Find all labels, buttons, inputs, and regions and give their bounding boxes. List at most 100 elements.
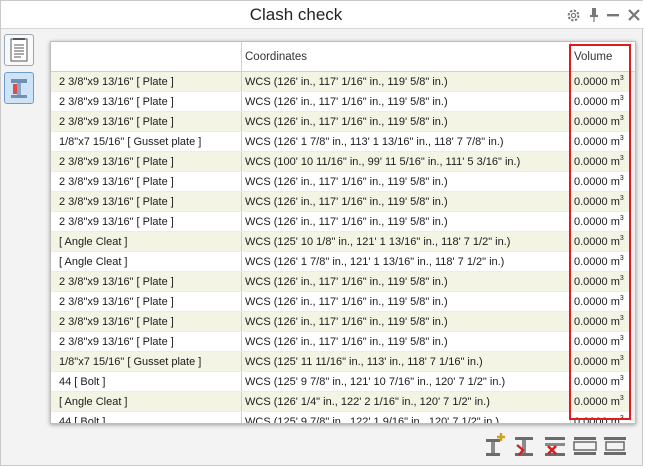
- volume-value: 0.0000 m: [574, 216, 620, 228]
- unit-exponent: 3: [619, 335, 624, 342]
- cell-coordinates: WCS (126' in., 117' 1/16" in., 119' 5/8"…: [242, 192, 571, 211]
- volume-value: 0.0000 m: [574, 336, 620, 348]
- report-icon: [10, 38, 28, 62]
- clash-check-window: Clash check Coordinates Volume 2 3/8"x9 …: [0, 0, 644, 466]
- unit-exponent: 3: [619, 175, 624, 182]
- table-row[interactable]: 2 3/8"x9 13/16" [ Plate ] WCS (126' in., …: [51, 92, 635, 112]
- cell-name: 2 3/8"x9 13/16" [ Plate ]: [51, 112, 242, 131]
- cell-coordinates: WCS (126' 1 7/8" in., 113' 1 13/16" in.,…: [242, 132, 571, 151]
- close-icon[interactable]: [625, 6, 643, 24]
- cell-coordinates: WCS (126' in., 117' 1/16" in., 119' 5/8"…: [242, 172, 571, 191]
- table-row[interactable]: [ Angle Cleat ] WCS (125' 10 1/8" in., 12…: [51, 232, 635, 252]
- cell-name: [ Angle Cleat ]: [51, 392, 242, 411]
- pin-icon[interactable]: [585, 6, 603, 24]
- cell-volume: 0.0000 m3: [571, 112, 631, 131]
- table-row[interactable]: 2 3/8"x9 13/16" [ Plate ] WCS (126' in., …: [51, 272, 635, 292]
- volume-value: 0.0000 m: [574, 356, 620, 368]
- column-header-volume[interactable]: Volume: [571, 42, 631, 71]
- unit-exponent: 3: [619, 155, 624, 162]
- table-row[interactable]: 44 [ Bolt ] WCS (125' 9 7/8" in., 121' 10…: [51, 372, 635, 392]
- cell-coordinates: WCS (126' 1 7/8" in., 121' 1 13/16" in.,…: [242, 252, 571, 271]
- unit-exponent: 3: [619, 75, 624, 82]
- table-row[interactable]: 2 3/8"x9 13/16" [ Plate ] WCS (126' in., …: [51, 192, 635, 212]
- column-header-coordinates[interactable]: Coordinates: [242, 42, 571, 71]
- delete-clash-button[interactable]: [541, 431, 569, 461]
- table-row[interactable]: 1/8"x7 15/16" [ Gusset plate ] WCS (125' …: [51, 352, 635, 372]
- minimize-icon[interactable]: [604, 6, 622, 24]
- volume-value: 0.0000 m: [574, 256, 620, 268]
- table-row[interactable]: 44 [ Bolt ] WCS (125' 9 7/8" in., 122' 1 …: [51, 412, 635, 424]
- cell-name: 2 3/8"x9 13/16" [ Plate ]: [51, 332, 242, 351]
- table-row[interactable]: 2 3/8"x9 13/16" [ Plate ] WCS (126' in., …: [51, 172, 635, 192]
- table-row[interactable]: 2 3/8"x9 13/16" [ Plate ] WCS (126' in., …: [51, 72, 635, 92]
- unit-exponent: 3: [619, 95, 624, 102]
- table-row[interactable]: 2 3/8"x9 13/16" [ Plate ] WCS (126' in., …: [51, 332, 635, 352]
- column-header-name[interactable]: [51, 42, 242, 71]
- cell-volume: 0.0000 m3: [571, 212, 631, 231]
- cell-coordinates: WCS (126' in., 117' 1/16" in., 119' 5/8"…: [242, 112, 571, 131]
- unit-exponent: 3: [619, 415, 624, 422]
- unit-exponent: 3: [619, 395, 624, 402]
- cell-volume: 0.0000 m3: [571, 312, 631, 331]
- window-title: Clash check: [249, 5, 343, 24]
- cell-coordinates: WCS (126' in., 117' 1/16" in., 119' 5/8"…: [242, 92, 571, 111]
- table-row[interactable]: 2 3/8"x9 13/16" [ Plate ] WCS (126' in., …: [51, 112, 635, 132]
- unit-exponent: 3: [619, 375, 624, 382]
- volume-value: 0.0000 m: [574, 116, 620, 128]
- volume-value: 0.0000 m: [574, 276, 620, 288]
- delete-clash-icon: [545, 437, 565, 456]
- volume-value: 0.0000 m: [574, 236, 620, 248]
- volume-value: 0.0000 m: [574, 76, 620, 88]
- title-bar: Clash check: [1, 1, 644, 29]
- volume-value: 0.0000 m: [574, 416, 620, 424]
- cell-name: 2 3/8"x9 13/16" [ Plate ]: [51, 312, 242, 331]
- cell-name: 44 [ Bolt ]: [51, 412, 242, 423]
- cell-coordinates: WCS (125' 9 7/8" in., 121' 10 7/16" in.,…: [242, 372, 571, 391]
- unit-exponent: 3: [619, 135, 624, 142]
- run-check-button[interactable]: [511, 431, 539, 461]
- cell-volume: 0.0000 m3: [571, 292, 631, 311]
- table-row[interactable]: 2 3/8"x9 13/16" [ Plate ] WCS (126' in., …: [51, 312, 635, 332]
- volume-value: 0.0000 m: [574, 96, 620, 108]
- cell-coordinates: WCS (125' 11 11/16" in., 113' in., 118' …: [242, 352, 571, 371]
- cell-coordinates: WCS (126' in., 117' 1/16" in., 119' 5/8"…: [242, 72, 571, 91]
- table-row[interactable]: [ Angle Cleat ] WCS (126' 1 7/8" in., 121…: [51, 252, 635, 272]
- cell-coordinates: WCS (126' in., 117' 1/16" in., 119' 5/8"…: [242, 272, 571, 291]
- table-row[interactable]: 2 3/8"x9 13/16" [ Plate ] WCS (100' 10 11…: [51, 152, 635, 172]
- ungroup-button[interactable]: [601, 431, 629, 461]
- cell-coordinates: WCS (126' 1/4" in., 122' 2 1/16" in., 12…: [242, 392, 571, 411]
- cell-coordinates: WCS (100' 10 11/16" in., 99' 11 5/16" in…: [242, 152, 571, 171]
- volume-value: 0.0000 m: [574, 396, 620, 408]
- unit-exponent: 3: [619, 355, 624, 362]
- clash-beam-icon: [11, 79, 27, 98]
- cell-name: [ Angle Cleat ]: [51, 252, 242, 271]
- cell-coordinates: WCS (126' in., 117' 1/16" in., 119' 5/8"…: [242, 332, 571, 351]
- table-row[interactable]: 2 3/8"x9 13/16" [ Plate ] WCS (126' in., …: [51, 212, 635, 232]
- volume-value: 0.0000 m: [574, 376, 620, 388]
- volume-value: 0.0000 m: [574, 196, 620, 208]
- cell-coordinates: WCS (126' in., 117' 1/16" in., 119' 5/8"…: [242, 312, 571, 331]
- table-header: Coordinates Volume: [51, 42, 635, 72]
- add-clash-button[interactable]: [481, 431, 509, 461]
- report-view-button[interactable]: [4, 34, 34, 66]
- cell-name: 2 3/8"x9 13/16" [ Plate ]: [51, 172, 242, 191]
- group-button[interactable]: [571, 431, 599, 461]
- unit-exponent: 3: [619, 275, 624, 282]
- gear-icon[interactable]: [564, 6, 582, 24]
- table-row[interactable]: 2 3/8"x9 13/16" [ Plate ] WCS (126' in., …: [51, 292, 635, 312]
- cell-volume: 0.0000 m3: [571, 252, 631, 271]
- cell-name: 2 3/8"x9 13/16" [ Plate ]: [51, 72, 242, 91]
- cell-volume: 0.0000 m3: [571, 172, 631, 191]
- table-row[interactable]: [ Angle Cleat ] WCS (126' 1/4" in., 122' …: [51, 392, 635, 412]
- clash-results-table: Coordinates Volume 2 3/8"x9 13/16" [ Pla…: [50, 41, 636, 424]
- cell-volume: 0.0000 m3: [571, 412, 631, 424]
- table-row[interactable]: 1/8"x7 15/16" [ Gusset plate ] WCS (126' …: [51, 132, 635, 152]
- cell-volume: 0.0000 m3: [571, 72, 631, 91]
- clash-list-button[interactable]: [4, 72, 34, 104]
- vertical-scrollbar[interactable]: [629, 72, 635, 422]
- cell-coordinates: WCS (125' 10 1/8" in., 121' 1 13/16" in.…: [242, 232, 571, 251]
- unit-exponent: 3: [619, 255, 624, 262]
- cell-volume: 0.0000 m3: [571, 232, 631, 251]
- cell-name: 2 3/8"x9 13/16" [ Plate ]: [51, 152, 242, 171]
- cell-volume: 0.0000 m3: [571, 152, 631, 171]
